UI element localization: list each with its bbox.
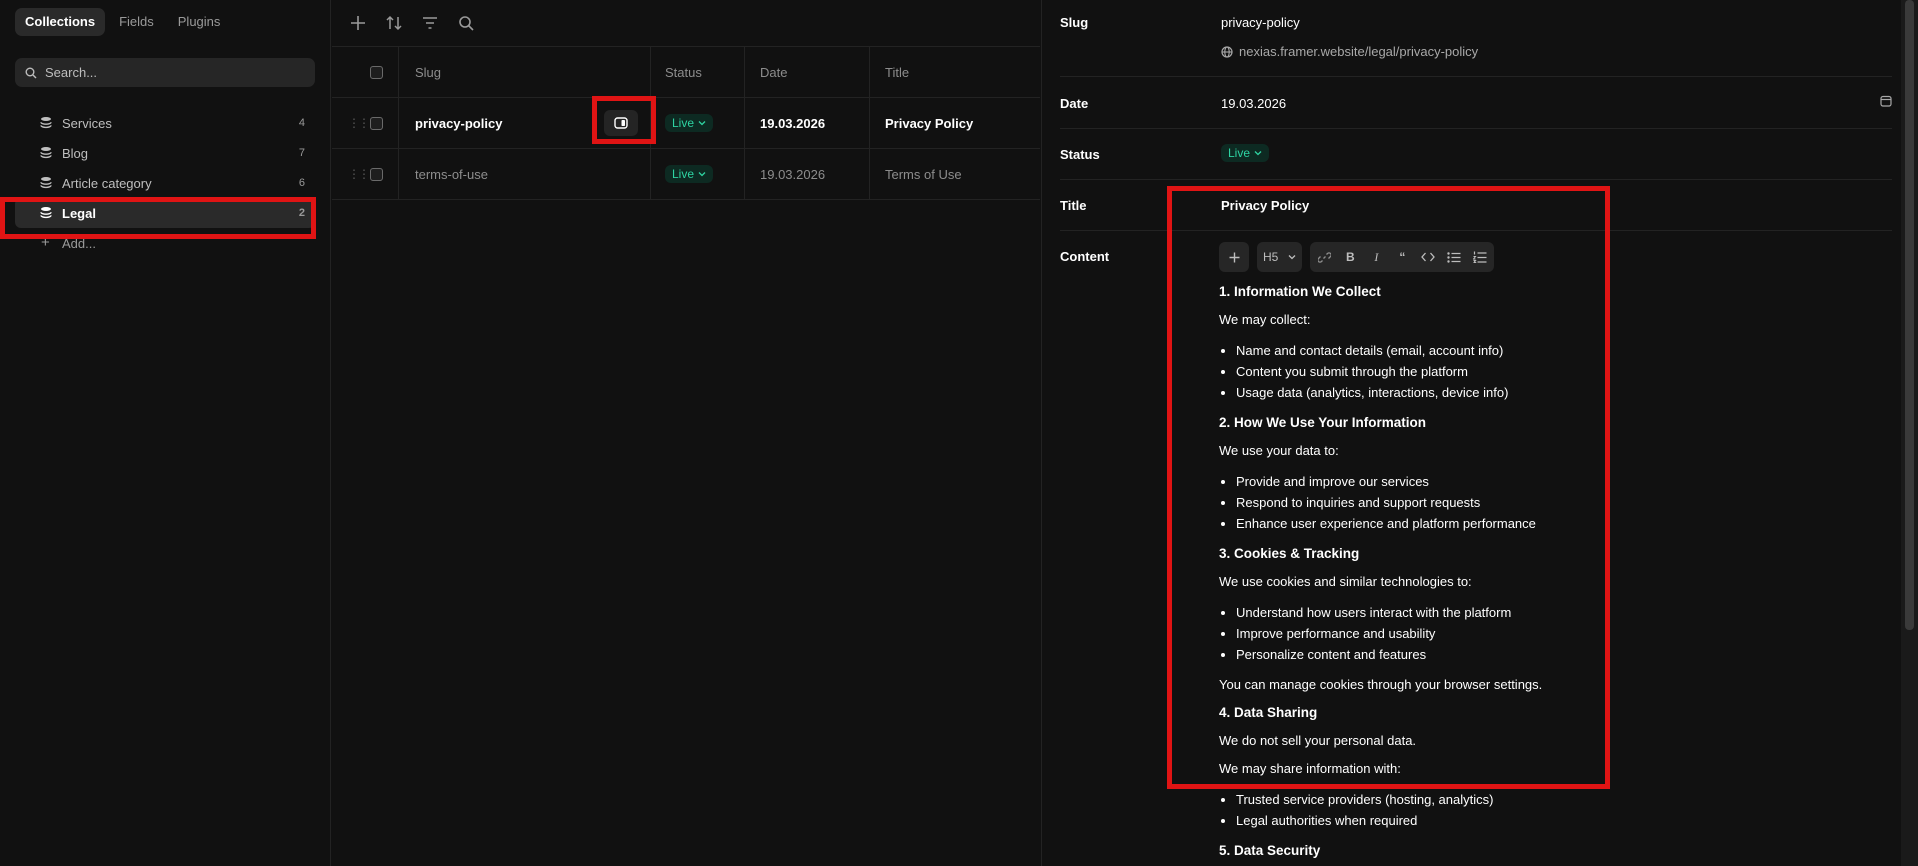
table-row[interactable]: ⋮⋮ terms-of-use Live 19.03.2026 Terms of…	[332, 149, 1040, 200]
field-label: Title	[1060, 198, 1087, 213]
calendar-icon[interactable]	[1880, 95, 1892, 107]
column-header-title[interactable]: Title	[885, 47, 909, 97]
table-header: Slug Status Date Title	[332, 47, 1040, 98]
chevron-down-icon	[1254, 151, 1262, 156]
row-date: 19.03.2026	[760, 166, 826, 182]
collection-label: Article category	[62, 175, 152, 191]
table-row[interactable]: ⋮⋮ privacy-policy Live 19.03.2026 Privac…	[332, 98, 1040, 149]
field-slug: Slug privacy-policy nexias.framer.websit…	[1060, 0, 1892, 77]
column-header-date[interactable]: Date	[760, 47, 787, 97]
sort-icon[interactable]	[384, 13, 404, 33]
highlight-box-content	[1167, 186, 1610, 789]
page-url-text: nexias.framer.website/legal/privacy-poli…	[1239, 44, 1479, 59]
database-icon	[40, 147, 52, 159]
status-text: Live	[1228, 146, 1251, 160]
row-checkbox[interactable]	[370, 167, 383, 181]
content-list: Trusted service providers (hosting, anal…	[1236, 789, 1609, 831]
search-input[interactable]: Search...	[15, 58, 315, 87]
collection-label: Services	[62, 115, 112, 131]
row-checkbox[interactable]	[370, 116, 383, 130]
tab-collections[interactable]: Collections	[15, 8, 106, 36]
search-placeholder: Search...	[45, 65, 98, 80]
select-all-checkbox[interactable]	[370, 65, 383, 79]
collection-count: 6	[298, 177, 305, 189]
list-item: Trusted service providers (hosting, anal…	[1236, 789, 1609, 810]
collection-item-article-category[interactable]: Article category 6	[15, 168, 315, 198]
field-label: Status	[1060, 147, 1100, 162]
status-badge[interactable]: Live	[665, 114, 714, 132]
drag-handle-icon[interactable]: ⋮⋮	[348, 98, 370, 148]
search-icon[interactable]	[456, 13, 476, 33]
collection-label: Blog	[62, 145, 89, 161]
collection-count: 4	[298, 117, 305, 129]
row-title: Terms of Use	[885, 166, 962, 182]
database-icon	[40, 117, 52, 129]
column-header-slug[interactable]: Slug	[415, 47, 441, 97]
sidebar: Collections Fields Plugins Search... Ser…	[0, 0, 331, 866]
status-dropdown[interactable]: Live	[1221, 144, 1270, 162]
collection-item-services[interactable]: Services 4	[15, 108, 315, 138]
status-text: Live	[672, 167, 695, 181]
page-url[interactable]: nexias.framer.website/legal/privacy-poli…	[1221, 44, 1478, 59]
chevron-down-icon	[698, 172, 706, 177]
date-input[interactable]: 19.03.2026	[1221, 96, 1286, 111]
filter-icon[interactable]	[420, 13, 440, 33]
field-label: Content	[1060, 249, 1110, 264]
globe-icon	[1221, 45, 1233, 58]
status-badge[interactable]: Live	[665, 165, 714, 183]
row-slug: terms-of-use	[415, 166, 488, 182]
plus-icon[interactable]	[348, 13, 368, 33]
sidebar-tabs: Collections Fields Plugins	[15, 8, 230, 36]
status-text: Live	[672, 116, 695, 130]
field-label: Slug	[1060, 15, 1089, 30]
field-label: Date	[1060, 96, 1089, 111]
scrollbar-thumb[interactable]	[1905, 0, 1914, 630]
search-icon	[25, 67, 37, 78]
tab-fields[interactable]: Fields	[109, 8, 164, 36]
tab-plugins[interactable]: Plugins	[168, 8, 231, 36]
content-heading: 5. Data Security	[1219, 843, 1321, 858]
table-toolbar	[332, 0, 1040, 47]
slug-input[interactable]: privacy-policy	[1221, 15, 1300, 30]
highlight-box-legal	[0, 197, 316, 239]
row-title: Privacy Policy	[885, 115, 974, 131]
field-status: Status Live	[1060, 129, 1892, 180]
field-date: Date 19.03.2026	[1060, 77, 1892, 129]
database-icon	[40, 177, 52, 189]
collection-item-blog[interactable]: Blog 7	[15, 138, 315, 168]
collection-count: 7	[298, 147, 305, 159]
row-slug: privacy-policy	[415, 115, 503, 131]
list-item: Legal authorities when required	[1236, 810, 1609, 831]
column-header-status[interactable]: Status	[665, 47, 702, 97]
drag-handle-icon[interactable]: ⋮⋮	[348, 149, 370, 199]
highlight-box-open-button	[592, 96, 656, 144]
scrollbar[interactable]	[1901, 0, 1918, 866]
chevron-down-icon	[698, 121, 706, 126]
row-date: 19.03.2026	[760, 115, 826, 131]
collection-table: Slug Status Date Title ⋮⋮ privacy-policy…	[332, 0, 1040, 866]
